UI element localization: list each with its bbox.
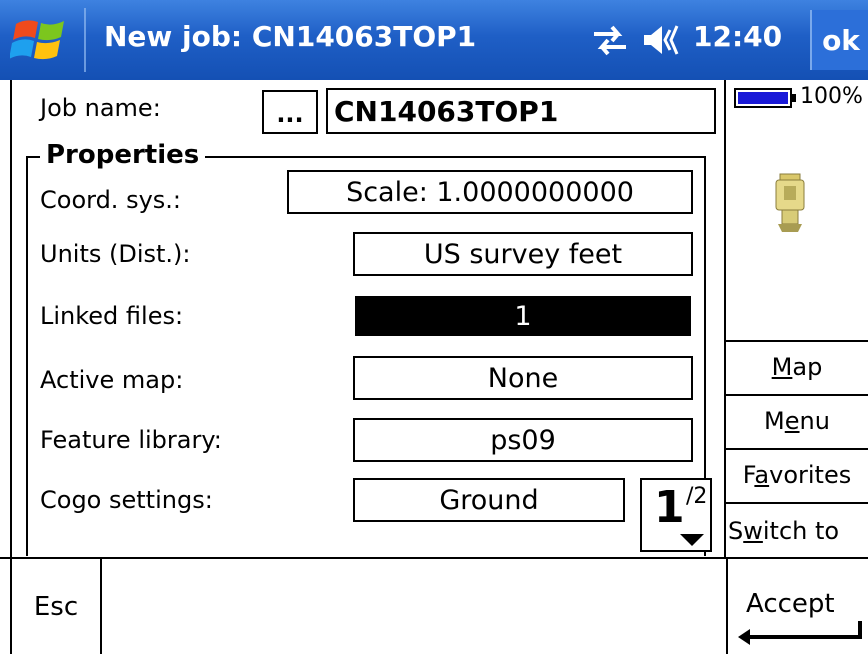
feature-library-button[interactable]: ps09 [353, 418, 693, 462]
job-name-input[interactable]: CN14063TOP1 [326, 88, 716, 134]
page-current: 1 [654, 482, 685, 533]
switch-to-label: Switch to [728, 517, 840, 545]
page-down-icon [680, 534, 704, 546]
speaker-icon[interactable] [640, 22, 684, 58]
units-label: Units (Dist.): [40, 240, 191, 268]
menu-label: Menu [764, 407, 830, 435]
battery-icon[interactable] [734, 86, 798, 110]
favorites-button[interactable]: Favorites [726, 448, 868, 500]
active-map-label: Active map: [40, 366, 184, 394]
accept-label: Accept [746, 589, 835, 619]
units-select[interactable]: US survey feet [353, 232, 693, 276]
ok-button[interactable]: ok [810, 10, 868, 70]
left-border [10, 80, 12, 558]
feature-library-label: Feature library: [40, 426, 222, 454]
active-map-button[interactable]: None [353, 356, 693, 400]
page-total: /2 [686, 484, 708, 509]
title-bar: New job: CN14063TOP1 12:40 ok [0, 0, 868, 80]
job-name-label: Job name: [40, 94, 161, 122]
esc-button[interactable]: Esc [10, 559, 102, 654]
battery-percent: 100% [800, 84, 863, 109]
browse-button[interactable]: ... [262, 90, 318, 134]
linked-files-button[interactable]: 1 [355, 296, 691, 336]
cogo-settings-label: Cogo settings: [40, 486, 213, 514]
coord-sys-button[interactable]: Scale: 1.0000000000 [287, 170, 693, 214]
favorites-label: Favorites [742, 461, 852, 489]
cogo-settings-button[interactable]: Ground [353, 478, 625, 522]
sync-arrows-icon[interactable] [588, 22, 632, 58]
coord-sys-label: Coord. sys.: [40, 186, 181, 214]
linked-files-label: Linked files: [40, 302, 184, 330]
map-label: Map [771, 353, 823, 381]
clock[interactable]: 12:40 [693, 20, 782, 53]
total-station-icon[interactable] [770, 172, 810, 236]
page-indicator[interactable]: 1 /2 [640, 478, 712, 552]
accept-button[interactable]: Accept [726, 559, 868, 654]
properties-title: Properties [40, 140, 206, 170]
windows-start-icon[interactable] [9, 14, 70, 66]
title-separator [84, 8, 86, 72]
switch-to-button[interactable]: Switch to [726, 502, 868, 558]
map-button[interactable]: Map [726, 340, 868, 392]
window-title: New job: CN14063TOP1 [104, 20, 477, 53]
enter-arrow-icon [738, 621, 862, 645]
menu-button[interactable]: Menu [726, 394, 868, 446]
